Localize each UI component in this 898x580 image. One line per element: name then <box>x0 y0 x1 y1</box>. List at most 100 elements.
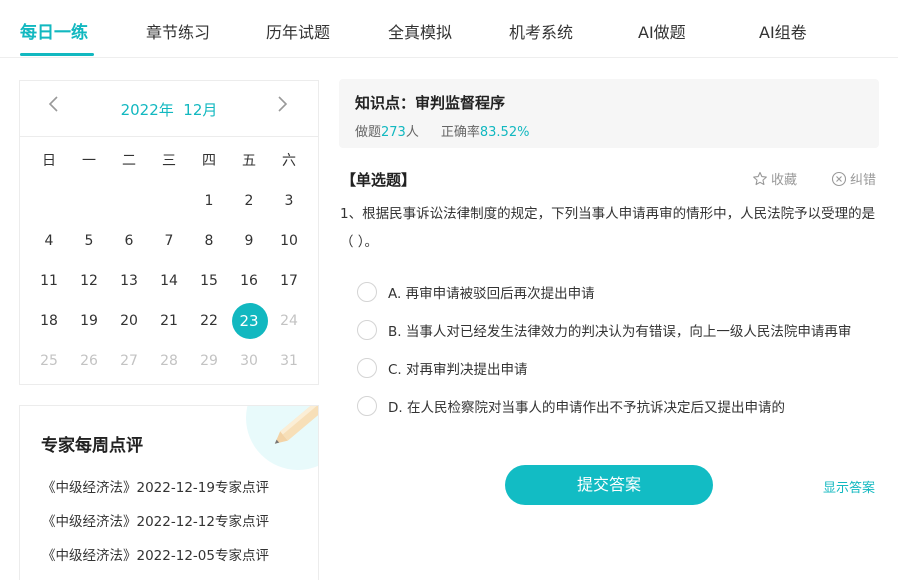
calendar-day-number: 29 <box>200 353 218 369</box>
report-error-label: 纠错 <box>850 173 877 188</box>
calendar-day[interactable]: 13 <box>109 261 149 301</box>
option-text: D. 在人民检察院对当事人的申请作出不予抗诉决定后又提出申请的 <box>388 400 785 416</box>
calendar-week-row: 25 26 27 28 29 30 31 <box>29 341 309 381</box>
calendar-day[interactable]: 11 <box>29 261 69 301</box>
calendar-day-number: 9 <box>244 233 254 249</box>
option-d[interactable]: D. 在人民检察院对当事人的申请作出不予抗诉决定后又提出申请的 <box>357 395 785 417</box>
calendar-day-number: 12 <box>80 273 98 289</box>
chevron-right-icon[interactable] <box>276 95 288 117</box>
calendar-day[interactable]: 25 <box>29 341 69 381</box>
calendar-day[interactable]: 26 <box>69 341 109 381</box>
radio-button[interactable] <box>357 396 377 416</box>
calendar-day-number: 10 <box>280 233 298 249</box>
option-b[interactable]: B. 当事人对已经发生法律效力的判决认为有错误，向上一级人民法院申请再审 <box>357 319 851 341</box>
calendar-day[interactable]: 27 <box>109 341 149 381</box>
done-unit: 人 <box>405 125 419 140</box>
calendar-header: 2022年 12月 <box>20 81 318 137</box>
calendar-day[interactable]: 1 <box>189 181 229 221</box>
calendar-day[interactable]: 3 <box>269 181 309 221</box>
calendar-day[interactable]: 5 <box>69 221 109 261</box>
knowledge-point-stats: 做题273人 正确率83.52% <box>355 121 529 140</box>
star-icon <box>753 171 767 185</box>
weekday-label: 五 <box>242 153 256 169</box>
calendar-day-number: 26 <box>80 353 98 369</box>
calendar-grid: 日 一 二 三 四 五 六 1 2 3 4 5 6 7 8 9 10 11 12 13 14 15 16 17 1… <box>29 141 309 381</box>
calendar-day[interactable]: 28 <box>149 341 189 381</box>
calendar-day[interactable]: 7 <box>149 221 189 261</box>
radio-button[interactable] <box>357 358 377 378</box>
calendar-day-selected[interactable]: 23 <box>229 301 269 341</box>
expert-review-link[interactable]: 《中级经济法》2022-12-19专家点评 <box>42 476 269 496</box>
calendar-day[interactable]: 10 <box>269 221 309 261</box>
calendar-day-number: 30 <box>240 353 258 369</box>
calendar: 2022年 12月 日 一 二 三 四 五 六 1 2 3 4 5 6 7 8 9 10 11 12 1… <box>19 80 319 385</box>
calendar-day[interactable]: 18 <box>29 301 69 341</box>
report-error-button[interactable]: 纠错 <box>831 169 876 188</box>
calendar-day-number: 22 <box>200 313 218 329</box>
tab-mock-exam[interactable]: 全真模拟 <box>388 19 452 43</box>
option-c[interactable]: C. 对再审判决提出申请 <box>357 357 528 379</box>
question-type-label: 【单选题】 <box>341 171 417 189</box>
calendar-day[interactable]: 29 <box>189 341 229 381</box>
calendar-day[interactable]: 20 <box>109 301 149 341</box>
calendar-day <box>149 181 189 221</box>
weekday-label: 四 <box>202 153 216 169</box>
tab-ai-paper[interactable]: AI组卷 <box>759 19 807 43</box>
calendar-day <box>29 181 69 221</box>
tab-past-exams[interactable]: 历年试题 <box>266 19 330 43</box>
calendar-week-row: 11 12 13 14 15 16 17 <box>29 261 309 301</box>
calendar-day[interactable]: 12 <box>69 261 109 301</box>
calendar-day-number: 20 <box>120 313 138 329</box>
show-answer-link[interactable]: 显示答案 <box>823 477 875 496</box>
calendar-day[interactable]: 24 <box>269 301 309 341</box>
calendar-week-row: 1 2 3 <box>29 181 309 221</box>
calendar-day[interactable]: 30 <box>229 341 269 381</box>
calendar-day[interactable]: 4 <box>29 221 69 261</box>
calendar-day-number: 19 <box>80 313 98 329</box>
radio-button[interactable] <box>357 282 377 302</box>
calendar-day[interactable]: 31 <box>269 341 309 381</box>
calendar-day[interactable]: 8 <box>189 221 229 261</box>
calendar-month-title: 2022年 12月 <box>120 101 218 119</box>
expert-review-title: 专家每周点评 <box>41 436 143 456</box>
calendar-day-number: 21 <box>160 313 178 329</box>
done-label: 做题 <box>355 125 382 140</box>
calendar-day-number: 16 <box>240 273 258 289</box>
calendar-day[interactable]: 16 <box>229 261 269 301</box>
calendar-day-number: 25 <box>40 353 58 369</box>
tab-daily-practice[interactable]: 每日一练 <box>20 18 88 43</box>
calendar-day-number: 7 <box>164 233 174 249</box>
calendar-day[interactable]: 17 <box>269 261 309 301</box>
calendar-weekday-row: 日 一 二 三 四 五 六 <box>29 141 309 181</box>
pencil-icon <box>246 406 318 470</box>
calendar-day[interactable]: 15 <box>189 261 229 301</box>
tab-chapter-practice[interactable]: 章节练习 <box>146 19 210 43</box>
expert-review-panel: 专家每周点评 《中级经济法》2022-12-19专家点评 《中级经济法》2022… <box>19 405 319 580</box>
calendar-day-number: 1 <box>204 193 214 209</box>
knowledge-point-title: 知识点：审判监督程序 <box>355 94 506 112</box>
calendar-day-number: 17 <box>280 273 298 289</box>
question-stem: 1、根据民事诉讼法律制度的规定，下列当事人申请再审的情形中，人民法院予以受理的是… <box>340 206 876 250</box>
option-a[interactable]: A. 再审申请被驳回后再次提出申请 <box>357 281 595 303</box>
calendar-day[interactable]: 21 <box>149 301 189 341</box>
radio-button[interactable] <box>357 320 377 340</box>
expert-review-link[interactable]: 《中级经济法》2022-12-05专家点评 <box>42 544 269 564</box>
calendar-week-row: 4 5 6 7 8 9 10 <box>29 221 309 261</box>
calendar-day[interactable]: 9 <box>229 221 269 261</box>
tab-computer-exam[interactable]: 机考系统 <box>509 19 573 43</box>
close-circle-icon <box>831 171 847 186</box>
calendar-day[interactable]: 19 <box>69 301 109 341</box>
calendar-day <box>69 181 109 221</box>
active-tab-indicator <box>20 53 94 56</box>
calendar-day-number: 11 <box>40 273 58 289</box>
calendar-day[interactable]: 2 <box>229 181 269 221</box>
favorite-button[interactable]: 收藏 <box>752 169 797 188</box>
calendar-day[interactable]: 6 <box>109 221 149 261</box>
calendar-day[interactable]: 22 <box>189 301 229 341</box>
tab-ai-practice[interactable]: AI做题 <box>638 19 686 43</box>
calendar-day-number: 24 <box>280 313 298 329</box>
submit-answer-button[interactable]: 提交答案 <box>505 465 713 505</box>
calendar-day[interactable]: 14 <box>149 261 189 301</box>
expert-review-link[interactable]: 《中级经济法》2022-12-12专家点评 <box>42 510 269 530</box>
done-count: 273 <box>381 125 406 140</box>
